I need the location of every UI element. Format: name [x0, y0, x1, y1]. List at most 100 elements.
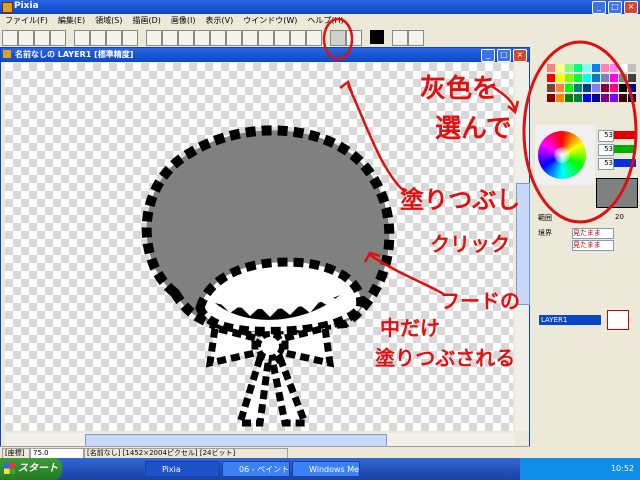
rectangle-icon[interactable]	[162, 30, 178, 46]
menu-window[interactable]: ウインドウ(W)	[238, 14, 302, 28]
size-value[interactable]: 20	[615, 213, 624, 221]
panel-toolbar	[530, 28, 640, 47]
current-color-swatch[interactable]	[370, 30, 384, 44]
palette-color-cell[interactable]	[565, 84, 573, 92]
menu-selection[interactable]: 領域(S)	[90, 14, 127, 28]
palette-color-cell[interactable]	[619, 74, 627, 82]
palette-color-cell[interactable]	[574, 64, 582, 72]
zoom-out-icon[interactable]	[408, 30, 424, 46]
palette-color-cell[interactable]	[574, 94, 582, 102]
doc-close-button[interactable]: ×	[513, 49, 527, 62]
palette-color-cell[interactable]	[592, 94, 600, 102]
palette-color-cell[interactable]	[628, 94, 636, 102]
palette-color-cell[interactable]	[628, 74, 636, 82]
blue-value[interactable]: 53	[598, 158, 614, 170]
palette-color-cell[interactable]	[619, 94, 627, 102]
palette-color-cell[interactable]	[601, 84, 609, 92]
select-icon[interactable]	[306, 30, 322, 46]
palette-color-cell[interactable]	[574, 74, 582, 82]
dropper-icon[interactable]	[346, 30, 362, 46]
blue-slider[interactable]	[614, 159, 636, 167]
palette-color-cell[interactable]	[610, 94, 618, 102]
task-paint[interactable]: 06 - ペイント	[222, 461, 290, 477]
palette-color-cell[interactable]	[565, 74, 573, 82]
palette-color-cell[interactable]	[583, 64, 591, 72]
visible-button-2[interactable]: 見たまま	[572, 240, 614, 251]
palette-color-cell[interactable]	[601, 94, 609, 102]
pen-icon[interactable]	[146, 30, 162, 46]
menu-image[interactable]: 画像(I)	[166, 14, 201, 28]
palette-color-cell[interactable]	[610, 74, 618, 82]
save-icon[interactable]	[34, 30, 50, 46]
palette-color-cell[interactable]	[565, 94, 573, 102]
gradient-icon[interactable]	[290, 30, 306, 46]
palette-color-cell[interactable]	[619, 84, 627, 92]
redo-icon[interactable]	[90, 30, 106, 46]
green-value[interactable]: 53	[598, 144, 614, 156]
task-windows-media[interactable]: Windows Me...	[292, 461, 360, 477]
border-label: 境界	[538, 229, 552, 237]
doc-minimize-button[interactable]: _	[481, 49, 495, 62]
zoom-in-icon[interactable]	[392, 30, 408, 46]
ellipse-icon[interactable]	[210, 30, 226, 46]
fill-bucket-icon[interactable]	[330, 30, 346, 46]
vertical-scrollbar[interactable]	[515, 63, 530, 431]
layer-thumbnail[interactable]	[607, 310, 629, 330]
undo-icon[interactable]	[74, 30, 90, 46]
palette-color-cell[interactable]	[556, 74, 564, 82]
palette-color-cell[interactable]	[547, 84, 555, 92]
lasso-icon[interactable]	[242, 30, 258, 46]
visible-button-1[interactable]: 見たまま	[572, 228, 614, 239]
palette-color-cell[interactable]	[610, 64, 618, 72]
layer-item[interactable]: LAYER1	[539, 315, 601, 325]
palette-color-cell[interactable]	[556, 94, 564, 102]
palette-color-cell[interactable]	[592, 74, 600, 82]
palette-color-cell[interactable]	[556, 84, 564, 92]
palette-color-cell[interactable]	[592, 84, 600, 92]
palette-color-cell[interactable]	[601, 64, 609, 72]
polygon-icon[interactable]	[194, 30, 210, 46]
palette-color-cell[interactable]	[601, 74, 609, 82]
minimize-button[interactable]: _	[592, 1, 606, 14]
palette-color-cell[interactable]	[556, 64, 564, 72]
system-tray: 10:52	[520, 458, 640, 480]
palette-color-cell[interactable]	[565, 64, 573, 72]
copy-icon[interactable]	[106, 30, 122, 46]
paste-icon[interactable]	[122, 30, 138, 46]
palette-color-cell[interactable]	[547, 64, 555, 72]
palette-color-cell[interactable]	[628, 64, 636, 72]
palette-color-cell[interactable]	[592, 64, 600, 72]
menu-help[interactable]: ヘルプ(H)	[302, 14, 348, 28]
menu-view[interactable]: 表示(V)	[200, 14, 238, 28]
line-icon[interactable]	[178, 30, 194, 46]
red-value[interactable]: 53	[598, 130, 614, 142]
task-pixia[interactable]: Pixia	[145, 461, 220, 477]
horizontal-scrollbar[interactable]	[5, 433, 515, 447]
color-wheel[interactable]	[538, 131, 586, 179]
palette-color-cell[interactable]	[628, 84, 636, 92]
palette-color-cell[interactable]	[583, 94, 591, 102]
new-file-icon[interactable]	[2, 30, 18, 46]
palette-color-cell[interactable]	[547, 74, 555, 82]
palette-color-cell[interactable]	[610, 84, 618, 92]
palette-color-cell[interactable]	[583, 74, 591, 82]
close-button[interactable]: ×	[624, 1, 638, 14]
doc-maximize-button[interactable]: □	[497, 49, 511, 62]
foreground-color-box[interactable]	[596, 178, 638, 208]
palette-color-cell[interactable]	[574, 84, 582, 92]
menu-edit[interactable]: 編集(E)	[53, 14, 90, 28]
green-slider[interactable]	[614, 145, 636, 153]
red-slider[interactable]	[614, 131, 636, 139]
menu-file[interactable]: ファイル(F)	[0, 14, 53, 28]
text-icon[interactable]	[274, 30, 290, 46]
palette-color-cell[interactable]	[619, 64, 627, 72]
print-icon[interactable]	[50, 30, 66, 46]
menu-draw[interactable]: 描画(D)	[127, 14, 165, 28]
magic-wand-icon[interactable]	[258, 30, 274, 46]
open-file-icon[interactable]	[18, 30, 34, 46]
start-button[interactable]: スタート	[0, 458, 62, 480]
curve-icon[interactable]	[226, 30, 242, 46]
maximize-button[interactable]: □	[608, 1, 622, 14]
palette-color-cell[interactable]	[583, 84, 591, 92]
palette-color-cell[interactable]	[547, 94, 555, 102]
